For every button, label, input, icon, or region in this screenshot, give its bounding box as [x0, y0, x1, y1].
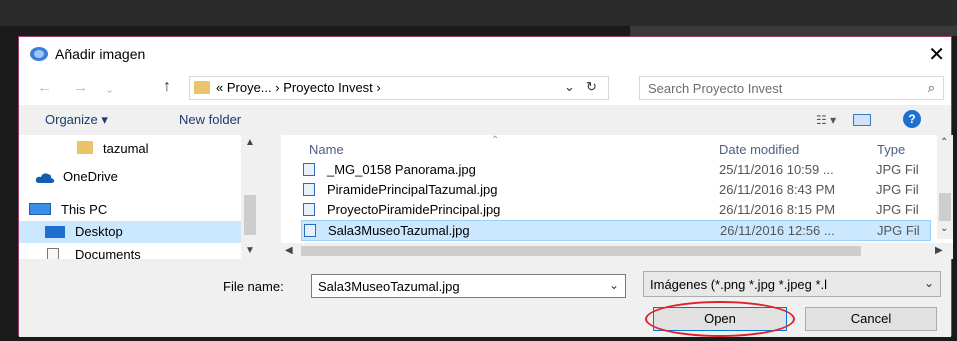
cloud-icon [35, 173, 55, 183]
file-type-select[interactable]: Imágenes (*.png *.jpg *.jpeg *.l ⌄ [643, 271, 941, 297]
scroll-thumb[interactable] [939, 193, 951, 221]
column-header-name[interactable]: Name [309, 142, 344, 157]
view-options-icon[interactable]: ☷ ▾ [816, 113, 836, 127]
file-list: ⌃ Name Date modified Type _MG_0158 Panor… [281, 135, 953, 259]
desktop-icon [45, 226, 65, 238]
nav-item-documents[interactable]: Documents [19, 244, 251, 259]
background-strip [630, 26, 957, 36]
organize-button[interactable]: Organize ▾ [45, 112, 108, 128]
file-name-input[interactable]: Sala3MuseoTazumal.jpg ⌄ [311, 274, 626, 298]
search-icon[interactable]: ⌕ [928, 80, 935, 96]
add-image-dialog: Añadir imagen ✕ ← → ⌄ ↑ « Proye... › Pro… [18, 36, 953, 337]
forward-arrow-icon[interactable]: → [73, 79, 88, 96]
red-highlight-circle [645, 301, 795, 337]
folder-icon [194, 81, 210, 94]
search-input[interactable]: Search Proyecto Invest ⌕ [639, 76, 944, 100]
scroll-left-icon[interactable]: ◀ [285, 245, 293, 256]
file-name-value: Sala3MuseoTazumal.jpg [318, 279, 460, 294]
preview-pane-icon[interactable] [853, 114, 871, 126]
nav-item-onedrive[interactable]: OneDrive [19, 166, 251, 188]
scroll-up-icon[interactable]: ⌃ [940, 137, 948, 148]
jpg-file-icon [303, 163, 315, 176]
file-name-label: File name: [223, 279, 284, 294]
nav-item-this-pc[interactable]: This PC [19, 199, 251, 221]
scroll-down-icon[interactable]: ▼ [245, 245, 255, 256]
scroll-down-icon[interactable]: ⌄ [940, 223, 948, 234]
sort-ascending-icon: ⌃ [491, 135, 500, 146]
jpg-file-icon [304, 224, 316, 237]
file-type-value: Imágenes (*.png *.jpg *.jpeg *.l [650, 277, 828, 292]
refresh-icon[interactable]: ↻ [586, 79, 597, 95]
file-row[interactable]: ProyectoPiramidePrincipal.jpg 26/11/2016… [301, 200, 931, 221]
column-header-date[interactable]: Date modified [719, 142, 799, 157]
computer-icon [29, 203, 51, 215]
cancel-button[interactable]: Cancel [805, 307, 937, 331]
file-list-horizontal-scrollbar[interactable]: ◀ ▶ [281, 243, 953, 259]
scroll-up-icon[interactable]: ▲ [245, 137, 255, 148]
new-folder-button[interactable]: New folder [179, 112, 241, 127]
toolbar: Organize ▾ New folder ☷ ▾ ? [19, 105, 951, 135]
back-arrow-icon[interactable]: ← [37, 79, 52, 96]
app-icon [30, 47, 48, 61]
title-bar: Añadir imagen ✕ [19, 37, 951, 71]
file-row[interactable]: PiramidePrincipalTazumal.jpg 26/11/2016 … [301, 180, 931, 201]
nav-item-desktop[interactable]: Desktop [19, 221, 251, 243]
close-icon[interactable]: ✕ [928, 42, 945, 67]
column-header-type[interactable]: Type [877, 142, 905, 157]
file-list-vertical-scrollbar[interactable]: ⌃ ⌄ [937, 135, 953, 239]
address-row: ← → ⌄ ↑ « Proye... › Proyecto Invest › ⌄… [19, 71, 951, 105]
navigation-pane: tazumal OneDrive This PC Desktop Documen… [19, 135, 259, 259]
nav-item-tazumal[interactable]: tazumal [19, 138, 251, 160]
scroll-thumb[interactable] [244, 195, 256, 235]
address-dropdown-icon[interactable]: ⌄ [564, 79, 575, 95]
scroll-thumb[interactable] [301, 246, 861, 256]
search-placeholder: Search Proyecto Invest [648, 81, 783, 96]
documents-icon [47, 248, 59, 259]
background-app-bar [0, 0, 957, 26]
nav-pane-scrollbar[interactable]: ▲ ▼ [241, 135, 259, 259]
jpg-file-icon [303, 203, 315, 216]
breadcrumb[interactable]: « Proye... › Proyecto Invest › [216, 80, 381, 95]
chevron-down-icon[interactable]: ⌄ [924, 276, 934, 290]
file-row[interactable]: _MG_0158 Panorama.jpg 25/11/2016 10:59 .… [301, 160, 931, 181]
folder-icon [77, 141, 93, 154]
scroll-right-icon[interactable]: ▶ [935, 245, 943, 256]
up-arrow-icon[interactable]: ↑ [163, 78, 171, 96]
jpg-file-icon [303, 183, 315, 196]
file-row-selected[interactable]: Sala3MuseoTazumal.jpg 26/11/2016 12:56 .… [301, 220, 931, 241]
dialog-title: Añadir imagen [55, 46, 146, 62]
recent-locations-chevron-icon[interactable]: ⌄ [105, 83, 114, 96]
bottom-panel: File name: Sala3MuseoTazumal.jpg ⌄ Imáge… [19, 259, 951, 337]
chevron-down-icon[interactable]: ⌄ [609, 278, 619, 292]
address-bar[interactable]: « Proye... › Proyecto Invest › ⌄ ↻ [189, 76, 609, 100]
help-icon[interactable]: ? [903, 110, 921, 128]
